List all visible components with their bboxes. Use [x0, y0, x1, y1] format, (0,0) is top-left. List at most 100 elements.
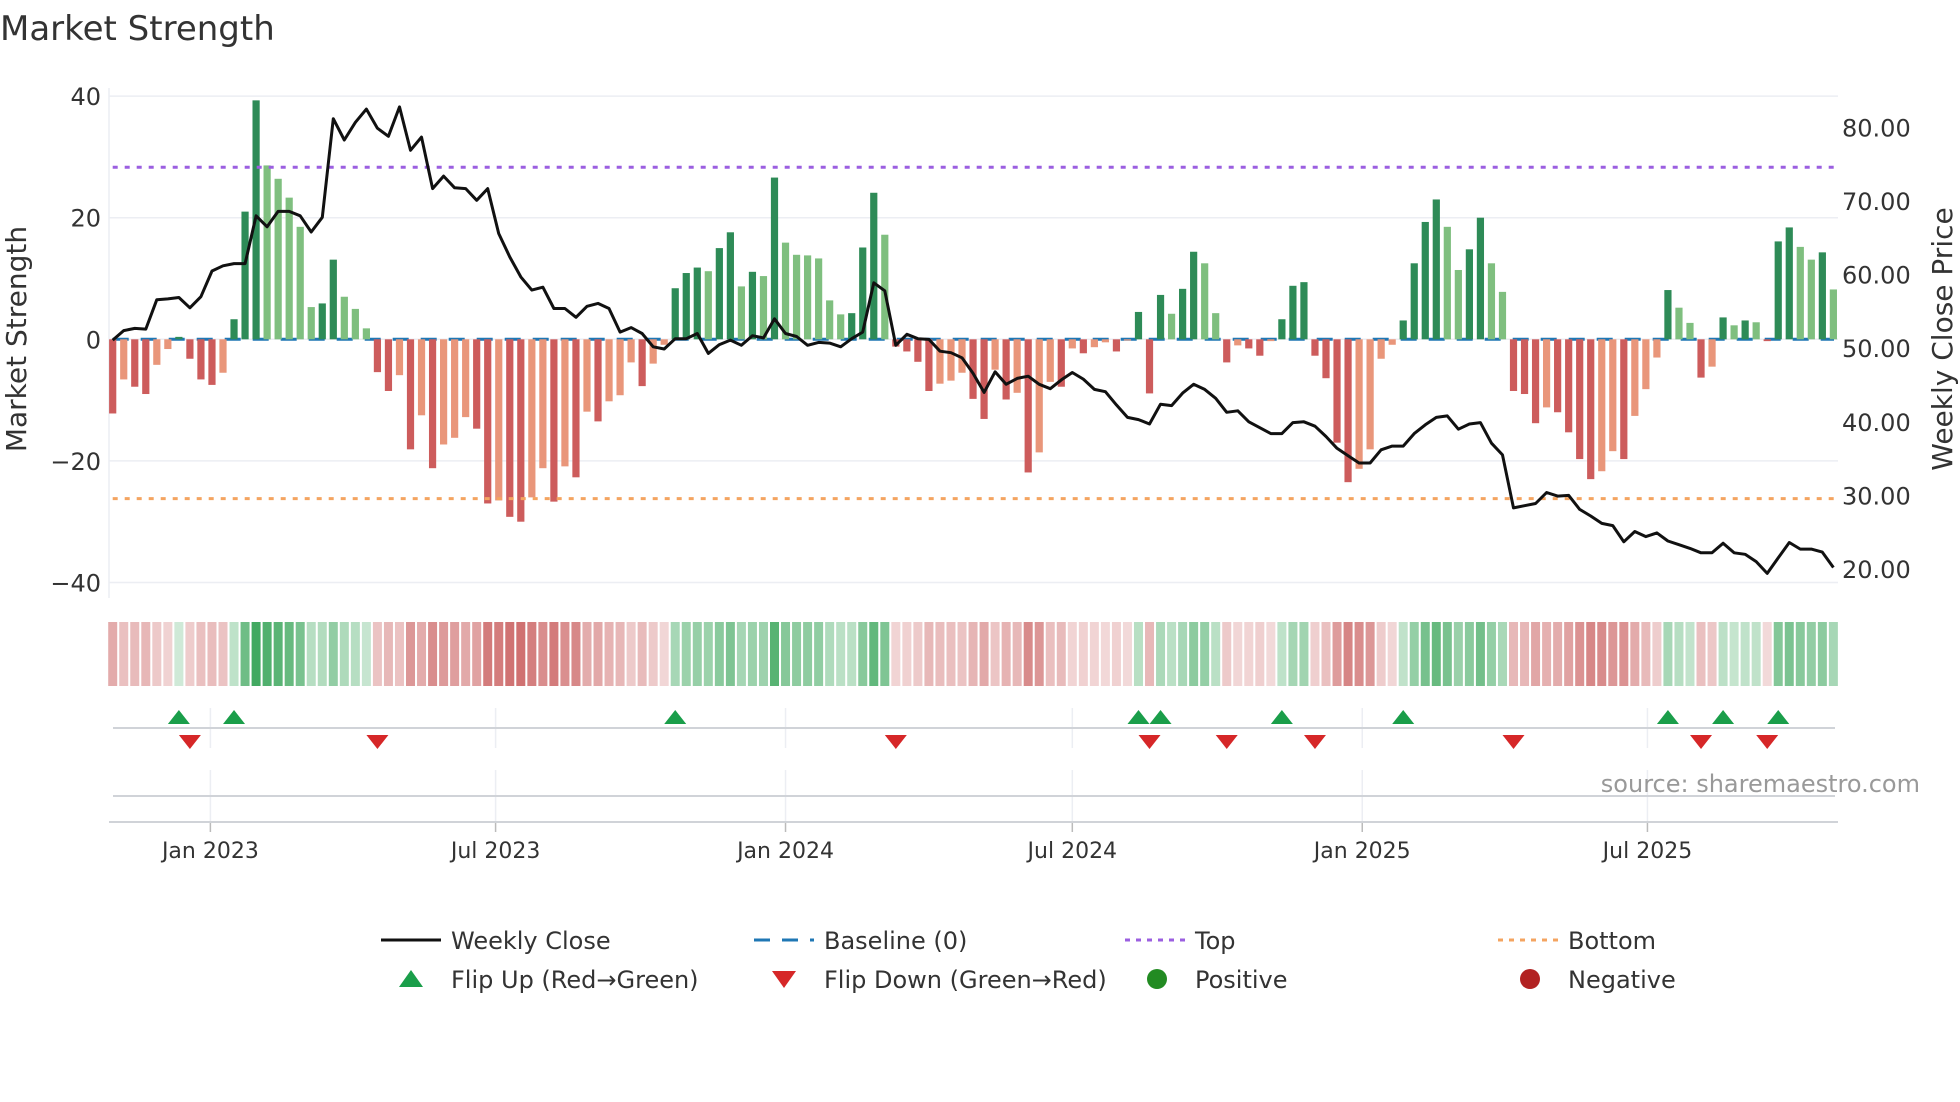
strength-bar	[980, 339, 988, 419]
heat-strip-cell	[141, 622, 151, 686]
flip-up-marker	[223, 710, 246, 724]
strength-bar	[627, 339, 635, 363]
heat-strip-cell	[1464, 622, 1474, 686]
strength-bar	[384, 339, 393, 391]
strength-bar	[1543, 339, 1551, 408]
strength-bar	[1818, 252, 1826, 340]
x-tick-label: Jan 2024	[735, 839, 834, 864]
strength-bar	[1763, 339, 1771, 342]
strength-bar	[1487, 263, 1496, 340]
heat-strip-cell	[803, 622, 813, 686]
strength-bar	[638, 339, 646, 387]
heat-strip-cell	[372, 622, 382, 686]
heat-strip-cell	[163, 622, 173, 686]
y2-tick-label: 30.00	[1842, 482, 1911, 510]
strength-bar	[417, 339, 426, 416]
strength-bar	[682, 273, 690, 340]
strength-bar	[1609, 339, 1617, 452]
heat-strip-cell	[1509, 622, 1519, 686]
strength-bar	[704, 271, 712, 340]
heat-strip-cell	[1321, 622, 1331, 686]
strength-bar	[1719, 317, 1727, 340]
heat-strip-cell	[1806, 622, 1816, 686]
strength-bar	[1002, 339, 1010, 400]
market-strength-chart: Market Strength 40 20 0 −20 −40 80.00 70.00 60.0…	[0, 9, 1959, 994]
heat-strip-cell	[119, 622, 129, 686]
heat-strip-cell	[417, 622, 427, 686]
heat-strip-cell	[1354, 622, 1364, 686]
strength-bar	[263, 165, 271, 340]
heat-strip-cell	[1751, 622, 1761, 686]
heat-strip-cell	[218, 622, 228, 686]
strength-bar	[451, 339, 459, 438]
legend-label: Bottom	[1568, 927, 1656, 955]
heat-strip-cell	[1045, 622, 1055, 686]
heat-strip-cell	[1575, 622, 1585, 686]
strength-bar	[1311, 339, 1319, 356]
y-tick-label: −20	[50, 448, 101, 476]
heat-strip-cell	[527, 622, 537, 686]
strength-bar	[1509, 339, 1518, 391]
y2-tick-label: 50.00	[1842, 335, 1911, 363]
heat-strip-cell	[383, 622, 393, 686]
strength-bar	[991, 339, 999, 370]
legend-label: Weekly Close	[451, 927, 611, 955]
strength-bar	[660, 339, 668, 345]
x-tick-label: Jan 2025	[1312, 839, 1411, 864]
heat-strip-cell	[1420, 622, 1430, 686]
strength-bar	[1410, 263, 1418, 340]
strength-bar	[1498, 291, 1507, 340]
heat-strip-cell	[626, 622, 636, 686]
heat-strip-cell	[262, 622, 272, 686]
strength-bar	[1664, 290, 1672, 340]
strength-bar	[1432, 199, 1440, 340]
strength-bar	[1587, 339, 1595, 480]
heat-strip-cell	[637, 622, 647, 686]
strength-bar	[241, 211, 249, 340]
heat-strip-cell	[990, 622, 1000, 686]
heat-strip-cell	[306, 622, 316, 686]
strength-bar	[440, 339, 448, 445]
heat-strip-cell	[1431, 622, 1441, 686]
strength-bar	[1741, 320, 1749, 340]
strength-bar	[1554, 339, 1562, 413]
strength-bar	[329, 259, 337, 340]
heat-strip-cell	[1211, 622, 1221, 686]
heat-strip-cell	[1442, 622, 1452, 686]
heat-strip-cell	[1200, 622, 1210, 686]
heat-strip-cell	[350, 622, 360, 686]
strength-bar	[726, 232, 734, 340]
heat-strip-cell	[1475, 622, 1485, 686]
strength-bar	[903, 339, 911, 352]
x-tick-label: Jul 2024	[1026, 839, 1118, 864]
strength-bar	[406, 339, 415, 450]
strength-bar	[1145, 339, 1154, 394]
heat-strip-cell	[185, 622, 195, 686]
y-tick-label: 0	[86, 326, 101, 354]
strength-bar	[759, 276, 768, 340]
strength-bar	[1212, 313, 1220, 340]
strength-bar	[142, 339, 150, 395]
heat-strip-cell	[1762, 622, 1772, 686]
flip-down-marker	[1303, 735, 1326, 749]
heat-strip-cell	[108, 622, 118, 686]
heat-strip-cell	[1133, 622, 1143, 686]
strength-bar	[1620, 339, 1628, 460]
strength-bar	[208, 339, 216, 385]
heat-strip-cell	[1784, 622, 1794, 686]
strength-bar	[1653, 339, 1661, 358]
heat-strip-cell	[979, 622, 989, 686]
heat-strip-cell	[284, 622, 294, 686]
strength-bar	[362, 328, 370, 340]
heat-strip-cell	[1034, 622, 1044, 686]
strength-bar	[1388, 339, 1396, 345]
heat-strip-cell	[1718, 622, 1728, 686]
strength-bar	[1156, 294, 1165, 340]
heat-strip-cell	[439, 622, 449, 686]
heat-strip-cell	[1409, 622, 1419, 686]
strength-bar	[307, 307, 315, 340]
strength-bar	[340, 296, 348, 340]
heat-strip-cell	[1288, 622, 1298, 686]
heat-strip-cell	[571, 622, 581, 686]
y2-tick-label: 60.00	[1842, 262, 1911, 290]
